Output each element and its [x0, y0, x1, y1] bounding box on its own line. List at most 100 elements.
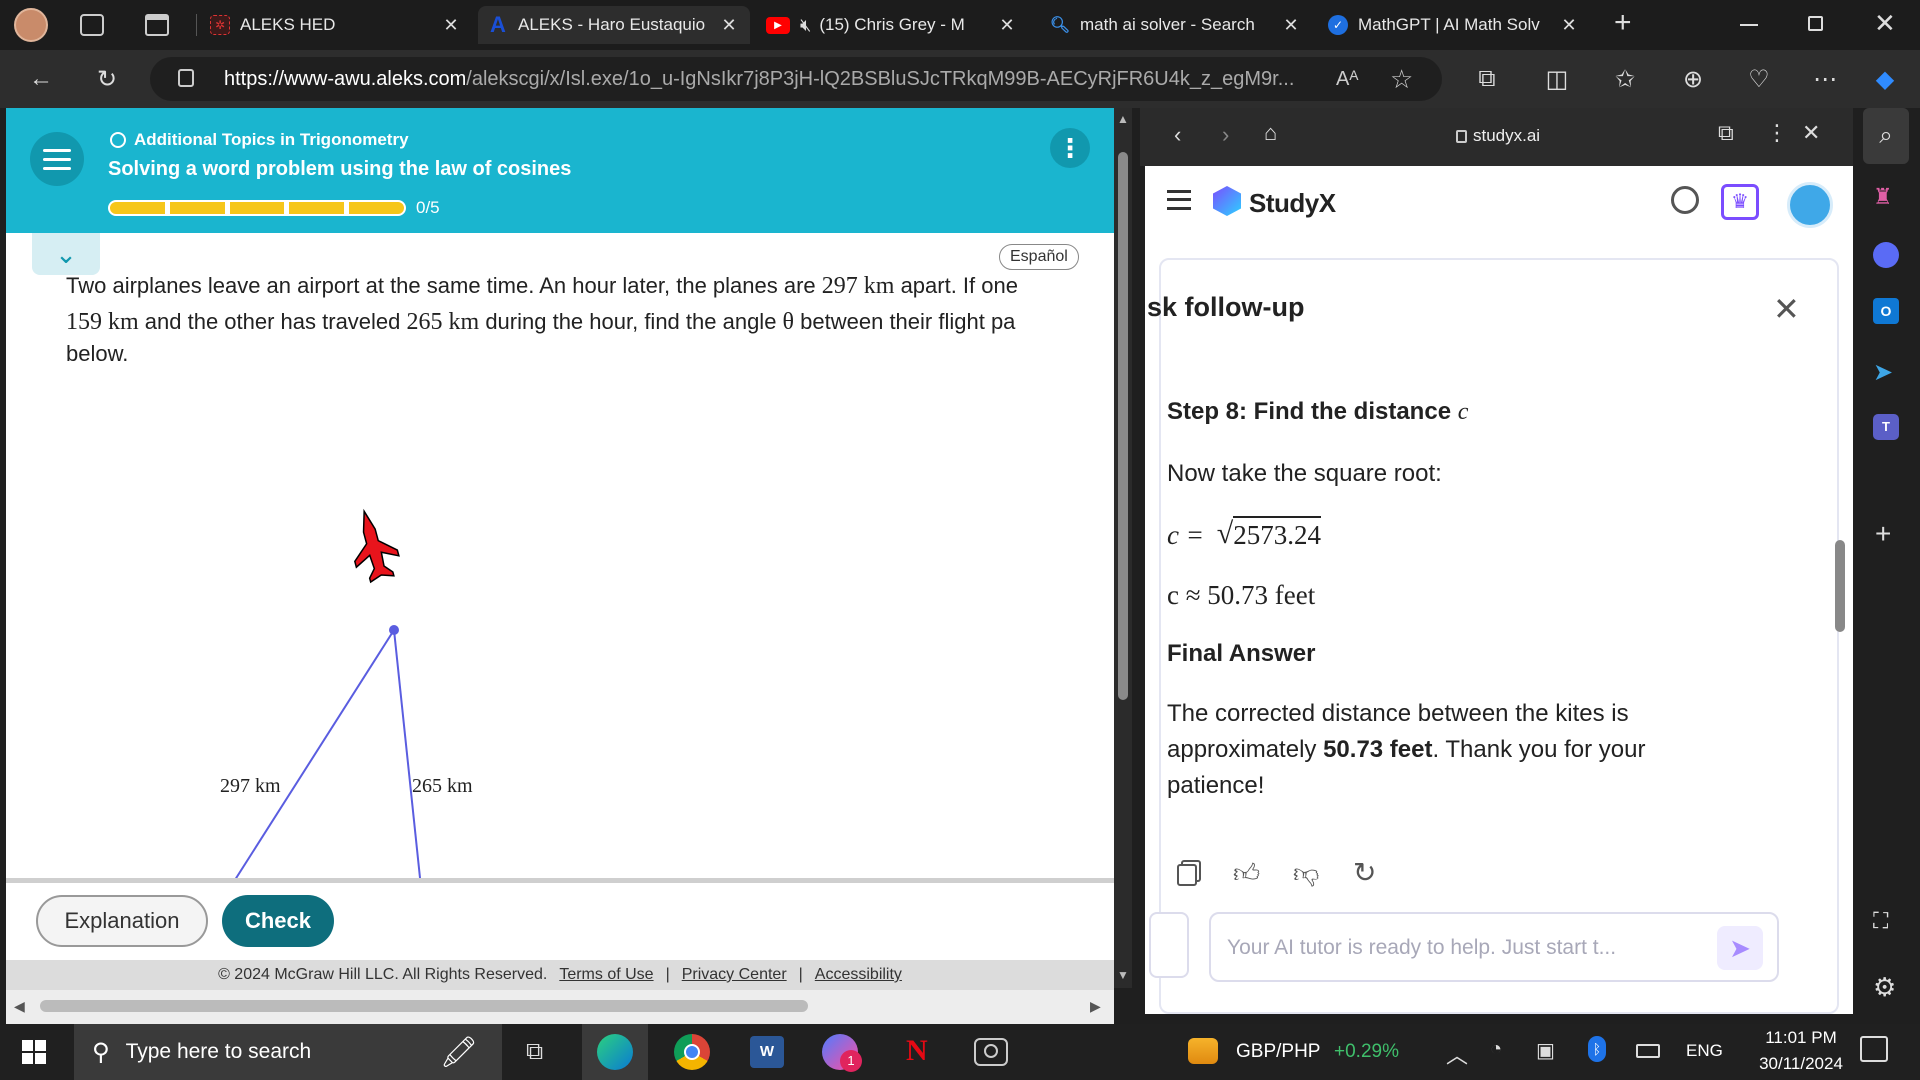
close-window-button[interactable]: ✕ — [1874, 8, 1896, 39]
settings-gear-icon[interactable]: ⚙ — [1873, 972, 1896, 1003]
new-tab-button[interactable]: + — [1614, 6, 1632, 40]
muted-speaker-icon[interactable]: 🔇︎ — [800, 15, 811, 36]
check-button[interactable]: Check — [222, 895, 334, 947]
close-tab-icon[interactable]: ✕ — [996, 15, 1018, 36]
more-vertical-icon[interactable]: ⋮ — [1050, 128, 1090, 168]
screenshot-icon[interactable]: ⛶ — [1873, 908, 1888, 934]
search-icon[interactable] — [1671, 186, 1699, 214]
bluetooth-icon[interactable]: ᛒ — [1588, 1036, 1606, 1062]
netflix-taskbar-icon[interactable]: N — [906, 1034, 928, 1068]
close-tab-icon[interactable]: ✕ — [1558, 15, 1580, 36]
close-panel-icon[interactable]: ✕ — [1773, 290, 1800, 328]
profile-avatar[interactable] — [14, 8, 48, 42]
close-tab-icon[interactable]: ✕ — [718, 15, 740, 36]
sidebar-back-icon[interactable]: ‹ — [1174, 122, 1181, 148]
notifications-icon[interactable] — [1860, 1036, 1888, 1062]
sidebar-search-icon[interactable]: ⌕ — [1863, 108, 1909, 164]
hamburger-menu-button[interactable] — [30, 132, 84, 186]
minimize-button[interactable] — [1740, 24, 1758, 26]
word-taskbar-icon[interactable]: W — [750, 1036, 784, 1068]
clock-time[interactable]: 11:01 PM — [1746, 1028, 1856, 1048]
split-screen-icon[interactable]: ◫ — [1540, 62, 1574, 96]
task-view-icon[interactable]: ⧉ — [526, 1038, 543, 1066]
telegram-icon[interactable]: ➤ — [1873, 358, 1893, 387]
add-app-icon[interactable]: + — [1875, 518, 1891, 550]
scroll-down-arrow-icon[interactable]: ▼ — [1117, 968, 1129, 982]
restore-button[interactable] — [1808, 16, 1823, 31]
favorites-icon[interactable]: ✩ — [1608, 62, 1642, 96]
language-indicator[interactable]: ENG — [1686, 1041, 1723, 1061]
read-aloud-icon[interactable]: Aᴬ — [1336, 68, 1358, 91]
more-options-icon[interactable]: ⋯ — [1808, 62, 1842, 96]
workspaces-icon[interactable] — [80, 14, 104, 36]
copilot-app-icon[interactable] — [1873, 242, 1899, 268]
show-hidden-icons-chevron-icon[interactable]: ︿ — [1446, 1038, 1468, 1070]
chat-input[interactable]: Your AI tutor is ready to help. Just sta… — [1209, 912, 1779, 982]
send-icon[interactable]: ➤ — [1717, 926, 1763, 970]
tab-actions-icon[interactable] — [145, 14, 169, 36]
address-bar[interactable]: https://www-awu.aleks.com/alekscgi/x/Isl… — [150, 57, 1442, 101]
studyx-menu-icon[interactable] — [1167, 190, 1191, 210]
sidebar-close-icon[interactable]: ✕ — [1802, 120, 1820, 146]
tab-youtube[interactable]: ▶ 🔇︎ (15) Chris Grey - M ✕ — [756, 6, 1028, 44]
extensions-icon[interactable]: ⧉ — [1470, 62, 1504, 96]
problem-text-part: below. — [66, 341, 129, 366]
scroll-up-arrow-icon[interactable]: ▲ — [1117, 112, 1129, 126]
sidebar-more-icon[interactable]: ⋮ — [1766, 120, 1788, 146]
copilot-icon[interactable]: ◆ — [1868, 62, 1902, 96]
copy-icon[interactable] — [1177, 864, 1197, 886]
browser-essentials-icon[interactable]: ♡ — [1742, 62, 1776, 96]
vertical-scroll-thumb[interactable] — [1118, 152, 1128, 700]
avatar[interactable] — [1787, 182, 1833, 228]
windows-start-icon[interactable] — [22, 1040, 46, 1064]
chrome-taskbar-icon[interactable] — [674, 1034, 710, 1070]
favorite-star-icon[interactable]: ☆ — [1390, 64, 1413, 95]
vertical-scrollbar[interactable]: ▲ ▼ — [1114, 108, 1132, 988]
sidebar-forward-icon[interactable]: › — [1222, 122, 1229, 148]
privacy-link[interactable]: Privacy Center — [682, 966, 787, 984]
espanol-button[interactable]: Español — [999, 244, 1079, 270]
back-arrow-icon[interactable]: ← — [24, 62, 58, 96]
games-icon[interactable]: ♜ — [1873, 184, 1893, 210]
tab-aleks-active[interactable]: A ALEKS - Haro Eustaquio ✕ — [478, 6, 750, 44]
tab-bing-search[interactable]: 🔍︎ math ai solver - Search ✕ — [1040, 6, 1312, 44]
battery-icon[interactable] — [1636, 1044, 1660, 1058]
thumbs-up-icon[interactable]: 👍︎ — [1233, 858, 1260, 889]
explanation-button[interactable]: Explanation — [36, 895, 208, 947]
battery-saver-icon[interactable]: ▣ — [1536, 1038, 1555, 1063]
regenerate-icon[interactable]: ↻ — [1353, 856, 1376, 889]
close-tab-icon[interactable]: ✕ — [1280, 15, 1302, 36]
lock-icon[interactable] — [178, 69, 194, 87]
accessibility-link[interactable]: Accessibility — [815, 966, 902, 984]
edge-sidebar-rail: ⌕ ♜ O ➤ T + ⛶ ⚙ — [1853, 108, 1920, 1024]
scroll-left-arrow-icon[interactable]: ◀ — [14, 998, 25, 1015]
camera-taskbar-icon[interactable] — [974, 1038, 1008, 1066]
stock-ticker-icon[interactable] — [1188, 1038, 1218, 1064]
horizontal-scrollbar[interactable]: ◀ ▶ — [6, 990, 1114, 1024]
edge-taskbar-icon[interactable] — [582, 1024, 648, 1080]
studyx-brand[interactable]: StudyX — [1249, 188, 1336, 219]
messenger-taskbar-icon[interactable]: 1 — [822, 1034, 862, 1072]
stock-ticker-change[interactable]: +0.29% — [1334, 1041, 1399, 1063]
outlook-icon[interactable]: O — [1873, 298, 1899, 324]
thumbs-down-icon[interactable]: 👎︎ — [1293, 858, 1319, 889]
scroll-right-arrow-icon[interactable]: ▶ — [1090, 998, 1101, 1015]
url-text[interactable]: https://www-awu.aleks.com/alekscgi/x/Isl… — [224, 68, 1294, 91]
refresh-icon[interactable]: ↻ — [90, 62, 124, 96]
tab-aleks-hed[interactable]: ✲ ALEKS HED ✕ — [200, 6, 472, 44]
studyx-scroll-thumb[interactable] — [1835, 540, 1845, 632]
premium-crown-icon[interactable]: ♛ — [1721, 184, 1759, 220]
tab-mathgpt[interactable]: ✓ MathGPT | AI Math Solv ✕ — [1318, 6, 1590, 44]
terms-link[interactable]: Terms of Use — [559, 966, 653, 984]
close-tab-icon[interactable]: ✕ — [440, 15, 462, 36]
stock-ticker-label[interactable]: GBP/PHP — [1236, 1041, 1320, 1063]
teams-icon[interactable]: T — [1873, 414, 1899, 440]
clock-date[interactable]: 30/11/2024 — [1736, 1054, 1866, 1074]
horizontal-scroll-thumb[interactable] — [40, 1000, 808, 1012]
wifi-icon[interactable]: ◔ — [1490, 1038, 1502, 1061]
collections-icon[interactable]: ⊕ — [1676, 62, 1710, 96]
sidebar-home-icon[interactable]: ⌂ — [1264, 120, 1277, 146]
open-in-new-tab-icon[interactable]: ⧉ — [1718, 120, 1734, 146]
taskbar-search-box[interactable]: ⚲ Type here to search 🖍︎ — [74, 1024, 502, 1080]
hand-icon[interactable]: ✋︎ — [1149, 912, 1189, 978]
